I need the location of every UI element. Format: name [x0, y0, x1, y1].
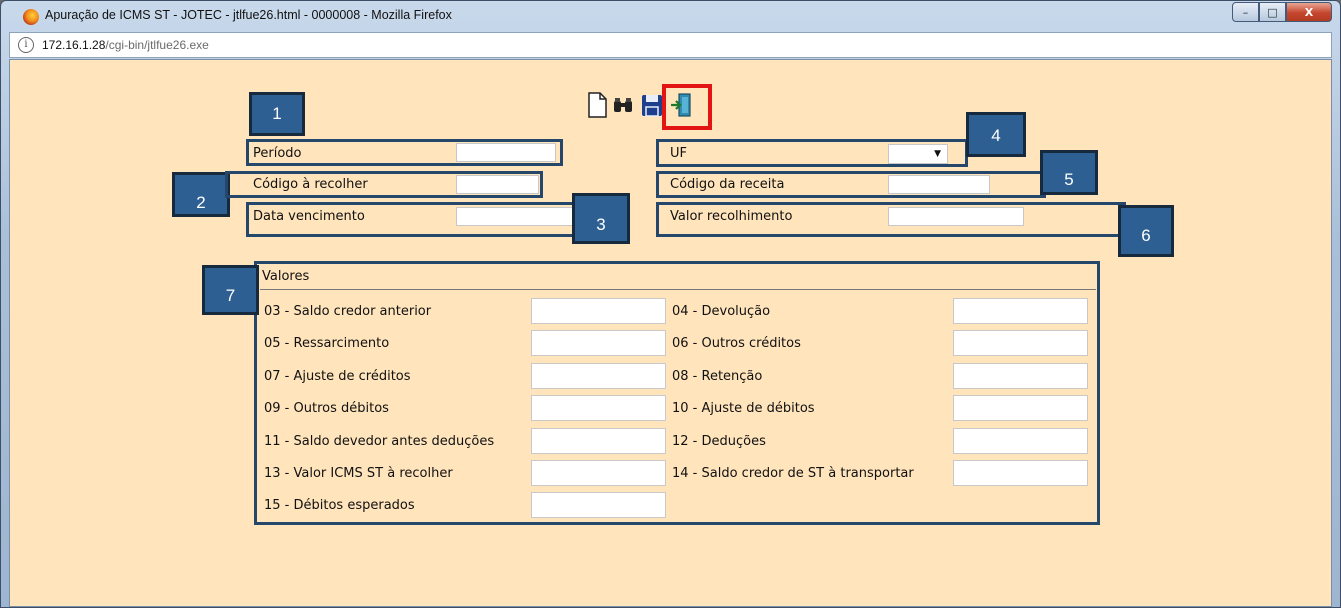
valores-right-label-06: 06 - Outros créditos	[672, 336, 801, 351]
valores-input-04[interactable]	[953, 298, 1088, 324]
info-icon[interactable]: i	[18, 37, 34, 53]
data-vencimento-label: Data vencimento	[253, 209, 365, 224]
maximize-button[interactable]: □	[1259, 2, 1286, 22]
valores-input-06[interactable]	[953, 330, 1088, 356]
valores-right-label-08: 08 - Retenção	[672, 369, 763, 384]
valores-left-label-15: 15 - Débitos esperados	[264, 498, 415, 513]
browser-window: Apuração de ICMS ST - JOTEC - jtlfue26.h…	[0, 0, 1341, 608]
firefox-icon	[23, 9, 39, 25]
url-host: 172.16.1.28	[42, 38, 106, 52]
valores-input-07[interactable]	[531, 363, 666, 389]
valores-input-11[interactable]	[531, 428, 666, 454]
valores-left-label-03: 03 - Saldo credor anterior	[264, 304, 432, 319]
valores-left-label-07: 07 - Ajuste de créditos	[264, 369, 411, 384]
periodo-input[interactable]	[456, 143, 556, 162]
callout-badge-5: 5	[1040, 150, 1098, 195]
codigo-receita-label: Código da receita	[670, 177, 785, 192]
uf-select[interactable]: ▼	[888, 144, 948, 164]
periodo-label: Período	[253, 146, 302, 161]
valores-right-label-04: 04 - Devolução	[672, 304, 771, 319]
valor-recolhimento-input[interactable]	[888, 207, 1024, 226]
codigo-receita-input[interactable]	[888, 175, 990, 194]
floppy-save-icon[interactable]	[641, 92, 663, 118]
callout-badge-6: 6	[1118, 205, 1174, 257]
valores-right-label-12: 12 - Deduções	[672, 434, 766, 449]
codigo-recolher-input[interactable]	[456, 175, 539, 194]
binoculars-search-icon[interactable]	[612, 92, 634, 118]
callout-badge-7: 7	[202, 265, 259, 315]
valor-recolhimento-label: Valor recolhimento	[670, 209, 793, 224]
valores-left-label-09: 09 - Outros débitos	[264, 401, 389, 416]
valores-divider	[260, 289, 1096, 290]
title-bar[interactable]: Apuração de ICMS ST - JOTEC - jtlfue26.h…	[1, 1, 1340, 31]
valores-input-10[interactable]	[953, 395, 1088, 421]
url-text[interactable]: 172.16.1.28/cgi-bin/jtlfue26.exe	[42, 38, 209, 52]
address-bar[interactable]: i 172.16.1.28/cgi-bin/jtlfue26.exe	[9, 32, 1332, 58]
window-title: Apuração de ICMS ST - JOTEC - jtlfue26.h…	[45, 8, 452, 22]
valores-right-label-14: 14 - Saldo credor de ST à transportar	[672, 466, 914, 481]
valores-left-label-13: 13 - Valor ICMS ST à recolher	[264, 466, 453, 481]
callout-badge-4: 4	[966, 112, 1026, 157]
valores-input-08[interactable]	[953, 363, 1088, 389]
callout-badge-1: 1	[249, 92, 305, 136]
codigo-recolher-label: Código à recolher	[253, 177, 368, 192]
valores-input-09[interactable]	[531, 395, 666, 421]
callout-badge-3: 3	[572, 193, 630, 244]
data-vencimento-input[interactable]	[456, 207, 574, 226]
page-content: 1 Período 2 Código à recolher Data venci…	[9, 59, 1332, 607]
valores-left-label-11: 11 - Saldo devedor antes deduções	[264, 434, 495, 449]
minimize-button[interactable]: –	[1232, 2, 1259, 22]
valores-input-03[interactable]	[531, 298, 666, 324]
valores-input-15[interactable]	[531, 492, 666, 518]
chevron-down-icon: ▼	[934, 149, 941, 159]
valores-input-05[interactable]	[531, 330, 666, 356]
url-path: /cgi-bin/jtlfue26.exe	[105, 38, 209, 52]
uf-label: UF	[670, 146, 687, 161]
save-highlight-frame	[662, 84, 712, 130]
close-button[interactable]: X	[1286, 2, 1332, 22]
valores-title: Valores	[262, 269, 310, 284]
valores-input-13[interactable]	[531, 460, 666, 486]
valores-input-14[interactable]	[953, 460, 1088, 486]
valores-right-label-10: 10 - Ajuste de débitos	[672, 401, 815, 416]
valores-left-label-05: 05 - Ressarcimento	[264, 336, 390, 351]
valores-input-12[interactable]	[953, 428, 1088, 454]
callout-badge-2: 2	[172, 172, 230, 217]
new-document-icon[interactable]	[586, 92, 608, 118]
